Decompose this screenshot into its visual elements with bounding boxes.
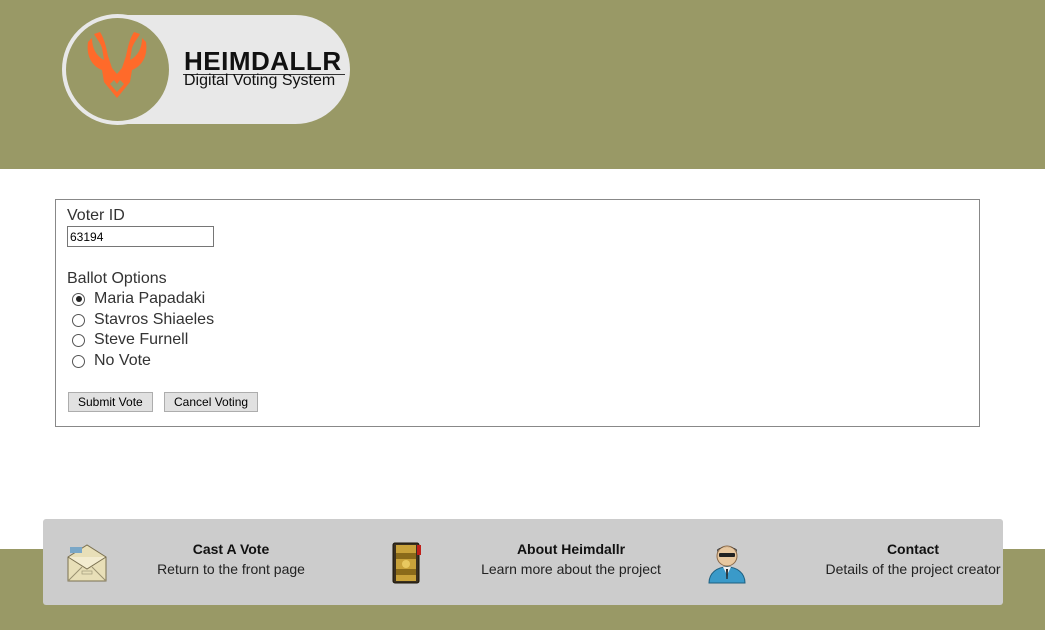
envelope-icon [66, 543, 108, 588]
header: HEIMDALLR Digital Voting System [0, 0, 1045, 169]
footer-item-contact[interactable]: Contact Details of the project creator [683, 519, 1003, 605]
footer-nav: Cast A Vote Return to the front page Abo… [43, 519, 1003, 605]
footer-item-desc: Return to the front page [157, 561, 305, 577]
footer-item-desc: Details of the project creator [825, 561, 1001, 577]
logo[interactable]: HEIMDALLR Digital Voting System [62, 14, 352, 125]
submit-vote-button[interactable]: Submit Vote [68, 392, 153, 412]
ballot-option-maria-papadaki[interactable]: Maria Papadaki [72, 289, 205, 309]
ballot-options-label: Ballot Options [67, 270, 167, 287]
logo-antler-icon [66, 18, 169, 121]
ballot-option-label: Maria Papadaki [94, 290, 206, 307]
user-icon [705, 541, 749, 590]
ballot-option-label: No Vote [94, 352, 151, 369]
ballot-option-no-vote[interactable]: No Vote [72, 351, 151, 371]
vote-form: Voter ID Ballot Options Maria Papadaki S… [55, 199, 980, 427]
ballot-option-steve-furnell[interactable]: Steve Furnell [72, 330, 188, 350]
ballot-option-label: Stavros Shiaeles [94, 311, 215, 328]
radio-button[interactable] [72, 292, 85, 306]
radio-button[interactable] [72, 313, 85, 327]
ballot-option-stavros-shiaeles[interactable]: Stavros Shiaeles [72, 310, 214, 330]
footer-item-cast-a-vote[interactable]: Cast A Vote Return to the front page [43, 519, 363, 605]
footer-item-title: Cast A Vote [192, 541, 270, 557]
radio-button[interactable] [72, 354, 85, 368]
voter-id-label: Voter ID [67, 207, 125, 224]
cancel-voting-button[interactable]: Cancel Voting [164, 392, 259, 412]
logo-circle [62, 14, 173, 125]
footer-item-about-heimdallr[interactable]: About Heimdallr Learn more about the pro… [363, 519, 683, 605]
brand-subtitle: Digital Voting System [184, 72, 336, 89]
footer-item-title: Contact [886, 541, 940, 557]
footer-item-title: About Heimdallr [516, 541, 626, 557]
ballot-option-label: Steve Furnell [94, 331, 189, 348]
radio-button[interactable] [72, 333, 85, 347]
footer-item-desc: Learn more about the project [481, 561, 661, 577]
book-icon [390, 541, 424, 590]
voter-id-input[interactable] [67, 226, 214, 247]
